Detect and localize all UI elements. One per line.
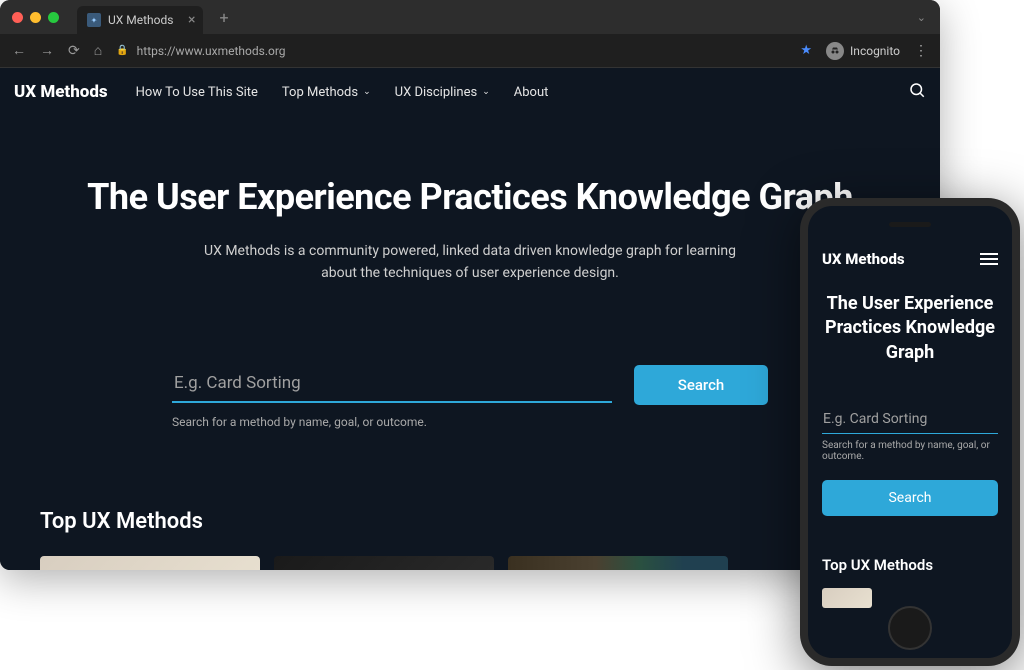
nav-ux-disciplines[interactable]: UX Disciplines⌄ [395,85,490,100]
bookmark-star-icon[interactable]: ★ [800,43,812,58]
minimize-window-button[interactable] [30,12,41,23]
method-card[interactable] [274,556,494,570]
site-header: UX Methods How To Use This Site Top Meth… [0,68,940,116]
method-card[interactable] [508,556,728,570]
maximize-window-button[interactable] [48,12,59,23]
search-icon[interactable] [908,81,926,103]
tab-favicon-icon: ✦ [87,13,101,27]
mobile-search-hint: Search for a method by name, goal, or ou… [822,440,998,462]
incognito-label: Incognito [850,44,900,58]
mobile-search-button[interactable]: Search [822,480,998,516]
nav-about[interactable]: About [514,85,549,100]
method-card[interactable] [40,556,260,570]
incognito-icon [826,42,844,60]
hero-section: The User Experience Practices Knowledge … [0,116,940,325]
search-section: Search for a method by name, goal, or ou… [0,325,940,489]
phone-speaker [889,222,931,227]
browser-menu-button[interactable]: ⋮ [914,43,928,59]
page-subtitle: UX Methods is a community powered, linke… [200,240,740,285]
phone-home-button[interactable] [888,606,932,650]
lock-icon: 🔒 [116,45,128,56]
url-field[interactable]: 🔒 https://www.uxmethods.org [116,44,786,58]
page-title: The User Experience Practices Knowledge … [0,176,940,218]
mobile-top-methods-title: Top UX Methods [822,556,998,574]
search-input[interactable] [172,365,612,403]
browser-tab[interactable]: ✦ UX Methods × [77,6,203,34]
method-thumbnail [822,588,872,608]
chevron-down-icon: ⌄ [363,87,371,97]
top-methods-section: Top UX Methods All Meth [0,489,940,570]
top-methods-title: Top UX Methods [40,509,203,534]
tab-title: UX Methods [108,13,173,27]
home-button[interactable]: ⌂ [94,42,102,59]
mobile-method-item[interactable] [822,588,998,608]
mobile-page-title: The User Experience Practices Knowledge … [822,292,998,365]
back-button[interactable]: ← [12,42,26,59]
address-bar: ← → ⟳ ⌂ 🔒 https://www.uxmethods.org ★ In… [0,34,940,68]
phone-device: UX Methods The User Experience Practices… [800,198,1020,666]
forward-button[interactable]: → [40,42,54,59]
window-controls [12,12,59,23]
collapse-icon[interactable]: ⌄ [917,11,926,24]
mobile-logo[interactable]: UX Methods [822,250,905,268]
url-text: https://www.uxmethods.org [137,44,286,58]
hamburger-menu-icon[interactable] [980,253,998,265]
browser-window: ✦ UX Methods × + ⌄ ← → ⟳ ⌂ 🔒 https://www… [0,0,940,570]
new-tab-button[interactable]: + [219,8,228,27]
search-button[interactable]: Search [634,365,768,405]
browser-titlebar: ✦ UX Methods × + ⌄ [0,0,940,34]
chevron-down-icon: ⌄ [482,87,490,97]
reload-button[interactable]: ⟳ [68,43,80,59]
search-hint: Search for a method by name, goal, or ou… [172,415,612,429]
mobile-header: UX Methods [822,250,998,268]
primary-nav: How To Use This Site Top Methods⌄ UX Dis… [136,85,549,100]
nav-top-methods[interactable]: Top Methods⌄ [282,85,371,100]
nav-how-to-use[interactable]: How To Use This Site [136,85,258,100]
site-logo[interactable]: UX Methods [14,82,108,102]
close-tab-icon[interactable]: × [188,12,195,28]
incognito-badge[interactable]: Incognito [826,42,900,60]
close-window-button[interactable] [12,12,23,23]
mobile-search-input[interactable] [822,405,998,434]
